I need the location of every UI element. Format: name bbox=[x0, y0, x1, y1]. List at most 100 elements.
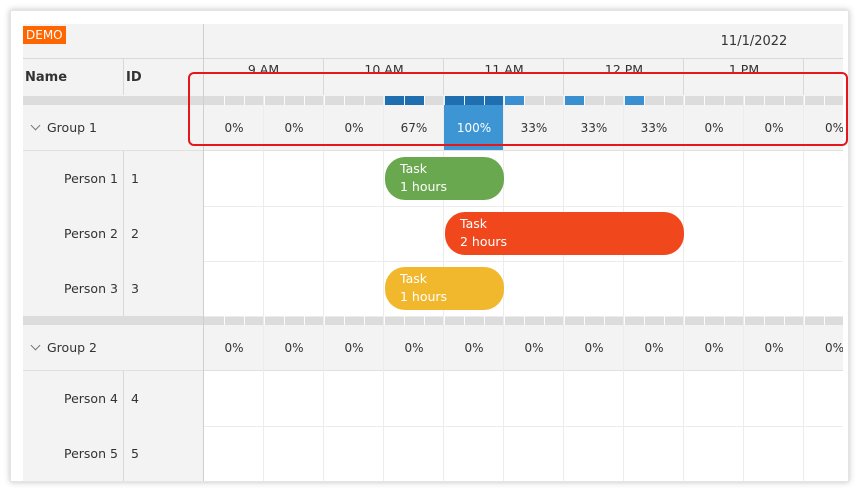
strip-tick bbox=[804, 316, 805, 325]
grid-line bbox=[803, 96, 804, 481]
strip-tick bbox=[764, 96, 765, 105]
strip-tick bbox=[284, 96, 285, 105]
group-load-cell: 0% bbox=[464, 340, 484, 355]
resource-id: 5 bbox=[131, 446, 139, 461]
resource-row-header[interactable]: Person 1 1 bbox=[23, 151, 203, 207]
strip-tick bbox=[824, 316, 825, 325]
chevron-down-icon[interactable] bbox=[30, 120, 41, 131]
resource-name: Person 1 bbox=[64, 171, 118, 186]
strip-tick bbox=[704, 316, 705, 325]
group-row-header-2[interactable]: Group 2 bbox=[23, 325, 203, 371]
cell-divider bbox=[123, 206, 124, 261]
strip-tick bbox=[764, 316, 765, 325]
strip-tick bbox=[464, 96, 465, 105]
strip-tick bbox=[464, 316, 465, 325]
resource-row-header[interactable]: Person 5 5 bbox=[23, 426, 203, 481]
event-task-person-1[interactable]: Task 1 hours bbox=[385, 157, 504, 200]
date-header: 11/1/2022 bbox=[720, 33, 788, 49]
strip-tick bbox=[724, 96, 725, 105]
group-load-cell: 0% bbox=[704, 120, 724, 135]
group-load-cell: 33% bbox=[580, 120, 608, 135]
event-title: Task bbox=[400, 161, 427, 176]
strip-tick bbox=[384, 96, 385, 105]
strip-tick bbox=[664, 96, 665, 105]
column-header-name[interactable]: Name bbox=[23, 59, 125, 95]
strip-tick bbox=[684, 316, 685, 325]
group-row-header-1[interactable]: Group 1 bbox=[23, 105, 203, 151]
event-title: Task bbox=[460, 216, 487, 231]
strip-tick bbox=[284, 316, 285, 325]
strip-tick bbox=[504, 96, 505, 105]
strip-tick bbox=[564, 316, 565, 325]
strip-tick bbox=[824, 96, 825, 105]
resource-name: Person 5 bbox=[64, 446, 118, 461]
resource-id: 4 bbox=[131, 391, 139, 406]
strip-tick bbox=[344, 316, 345, 325]
strip-tick bbox=[784, 96, 785, 105]
cell-divider bbox=[123, 371, 124, 426]
event-task-person-2[interactable]: Task 2 hours bbox=[445, 212, 684, 255]
corner-header: DEMO Name ID bbox=[23, 24, 203, 97]
schedule-grid[interactable]: 0% 0% 0% 67% 100% 33% 33% 33% 0% 0% 0% 0… bbox=[204, 96, 843, 481]
group-load-cell: 0% bbox=[344, 120, 364, 135]
strip-tick bbox=[304, 96, 305, 105]
column-header-id[interactable]: ID bbox=[124, 59, 205, 95]
event-duration: 2 hours bbox=[460, 234, 508, 249]
strip-tick bbox=[564, 96, 565, 105]
resource-row-header[interactable]: Person 2 2 bbox=[23, 206, 203, 262]
resource-id: 1 bbox=[131, 171, 139, 186]
group-load-cell: 0% bbox=[824, 340, 843, 355]
group-name: Group 2 bbox=[47, 340, 97, 355]
strip-tick bbox=[624, 96, 625, 105]
strip-tick bbox=[224, 316, 225, 325]
group-load-cell: 0% bbox=[224, 340, 244, 355]
group-load-cell: 0% bbox=[284, 120, 304, 135]
group-load-cell: 33% bbox=[520, 120, 548, 135]
strip-tick bbox=[644, 316, 645, 325]
group-load-cell: 0% bbox=[584, 340, 604, 355]
grid-line bbox=[623, 96, 624, 481]
group-load-cell: 0% bbox=[344, 340, 364, 355]
strip-tick bbox=[744, 316, 745, 325]
strip-tick bbox=[324, 96, 325, 105]
chevron-down-icon[interactable] bbox=[30, 340, 41, 351]
hour-header-10am: 10 AM bbox=[364, 62, 404, 77]
cell-divider bbox=[123, 151, 124, 206]
time-header: 11/1/2022 9 AM 10 AM 11 AM 12 PM 1 PM bbox=[204, 24, 843, 97]
grid-line bbox=[204, 426, 843, 427]
strip-tick bbox=[584, 96, 585, 105]
strip-tick bbox=[624, 316, 625, 325]
strip-tick bbox=[644, 96, 645, 105]
group-load-cell: 0% bbox=[824, 120, 843, 135]
resource-id: 2 bbox=[131, 226, 139, 241]
strip-tick bbox=[424, 316, 425, 325]
event-duration: 1 hours bbox=[400, 179, 448, 194]
resource-row-header[interactable]: Person 3 3 bbox=[23, 261, 203, 317]
strip-tick bbox=[524, 96, 525, 105]
resource-id: 3 bbox=[131, 281, 139, 296]
resource-row-header[interactable]: Person 4 4 bbox=[23, 371, 203, 427]
hour-header-11am: 11 AM bbox=[484, 62, 524, 77]
strip-tick bbox=[744, 96, 745, 105]
group-load-cell: 0% bbox=[284, 340, 304, 355]
strip-tick bbox=[364, 96, 365, 105]
strip-tick bbox=[784, 316, 785, 325]
cell-divider bbox=[123, 261, 124, 316]
strip-tick bbox=[224, 96, 225, 105]
grid-line bbox=[383, 96, 384, 481]
grid-line bbox=[563, 96, 564, 481]
strip-segment bbox=[564, 96, 584, 105]
strip-tick bbox=[364, 316, 365, 325]
group-load-cell: 0% bbox=[644, 340, 664, 355]
event-title: Task bbox=[400, 271, 427, 286]
resource-name: Person 4 bbox=[64, 391, 118, 406]
grid-line bbox=[743, 96, 744, 481]
scheduler: DEMO Name ID 11/1/2022 9 AM 10 AM 11 AM … bbox=[23, 24, 843, 481]
grid-line bbox=[323, 96, 324, 481]
strip-tick bbox=[484, 96, 485, 105]
event-task-person-3[interactable]: Task 1 hours bbox=[385, 267, 504, 310]
strip-segment bbox=[504, 96, 524, 105]
group-strip-left bbox=[23, 316, 203, 325]
hour-divider bbox=[803, 59, 804, 95]
strip-segment bbox=[624, 96, 644, 105]
